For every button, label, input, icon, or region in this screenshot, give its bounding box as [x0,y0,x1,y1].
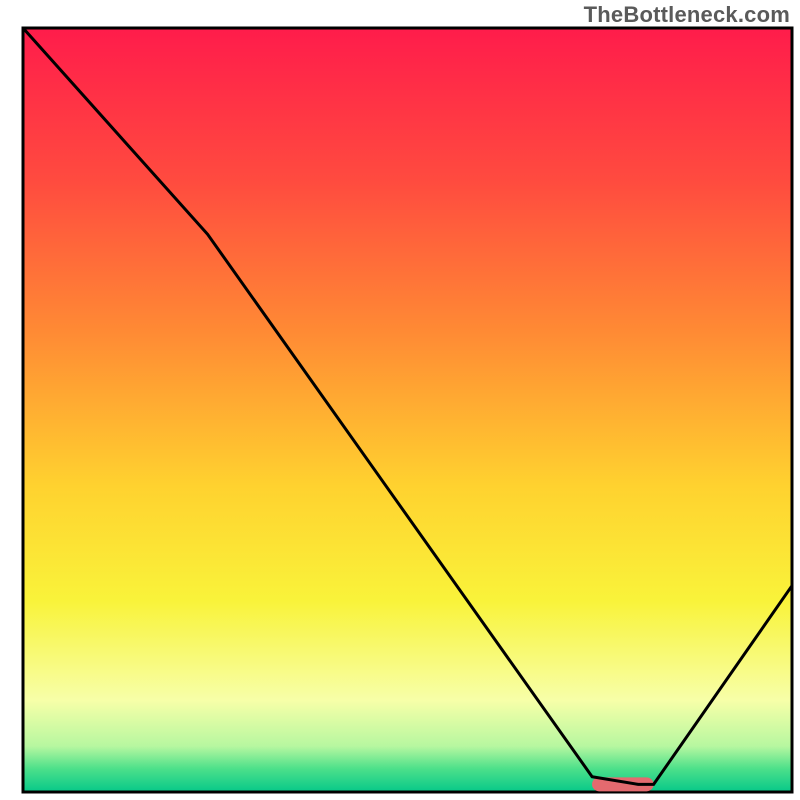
chart-container: TheBottleneck.com [0,0,800,800]
bottleneck-chart [0,0,800,800]
watermark-label: TheBottleneck.com [584,2,790,28]
plot-background [23,28,792,792]
